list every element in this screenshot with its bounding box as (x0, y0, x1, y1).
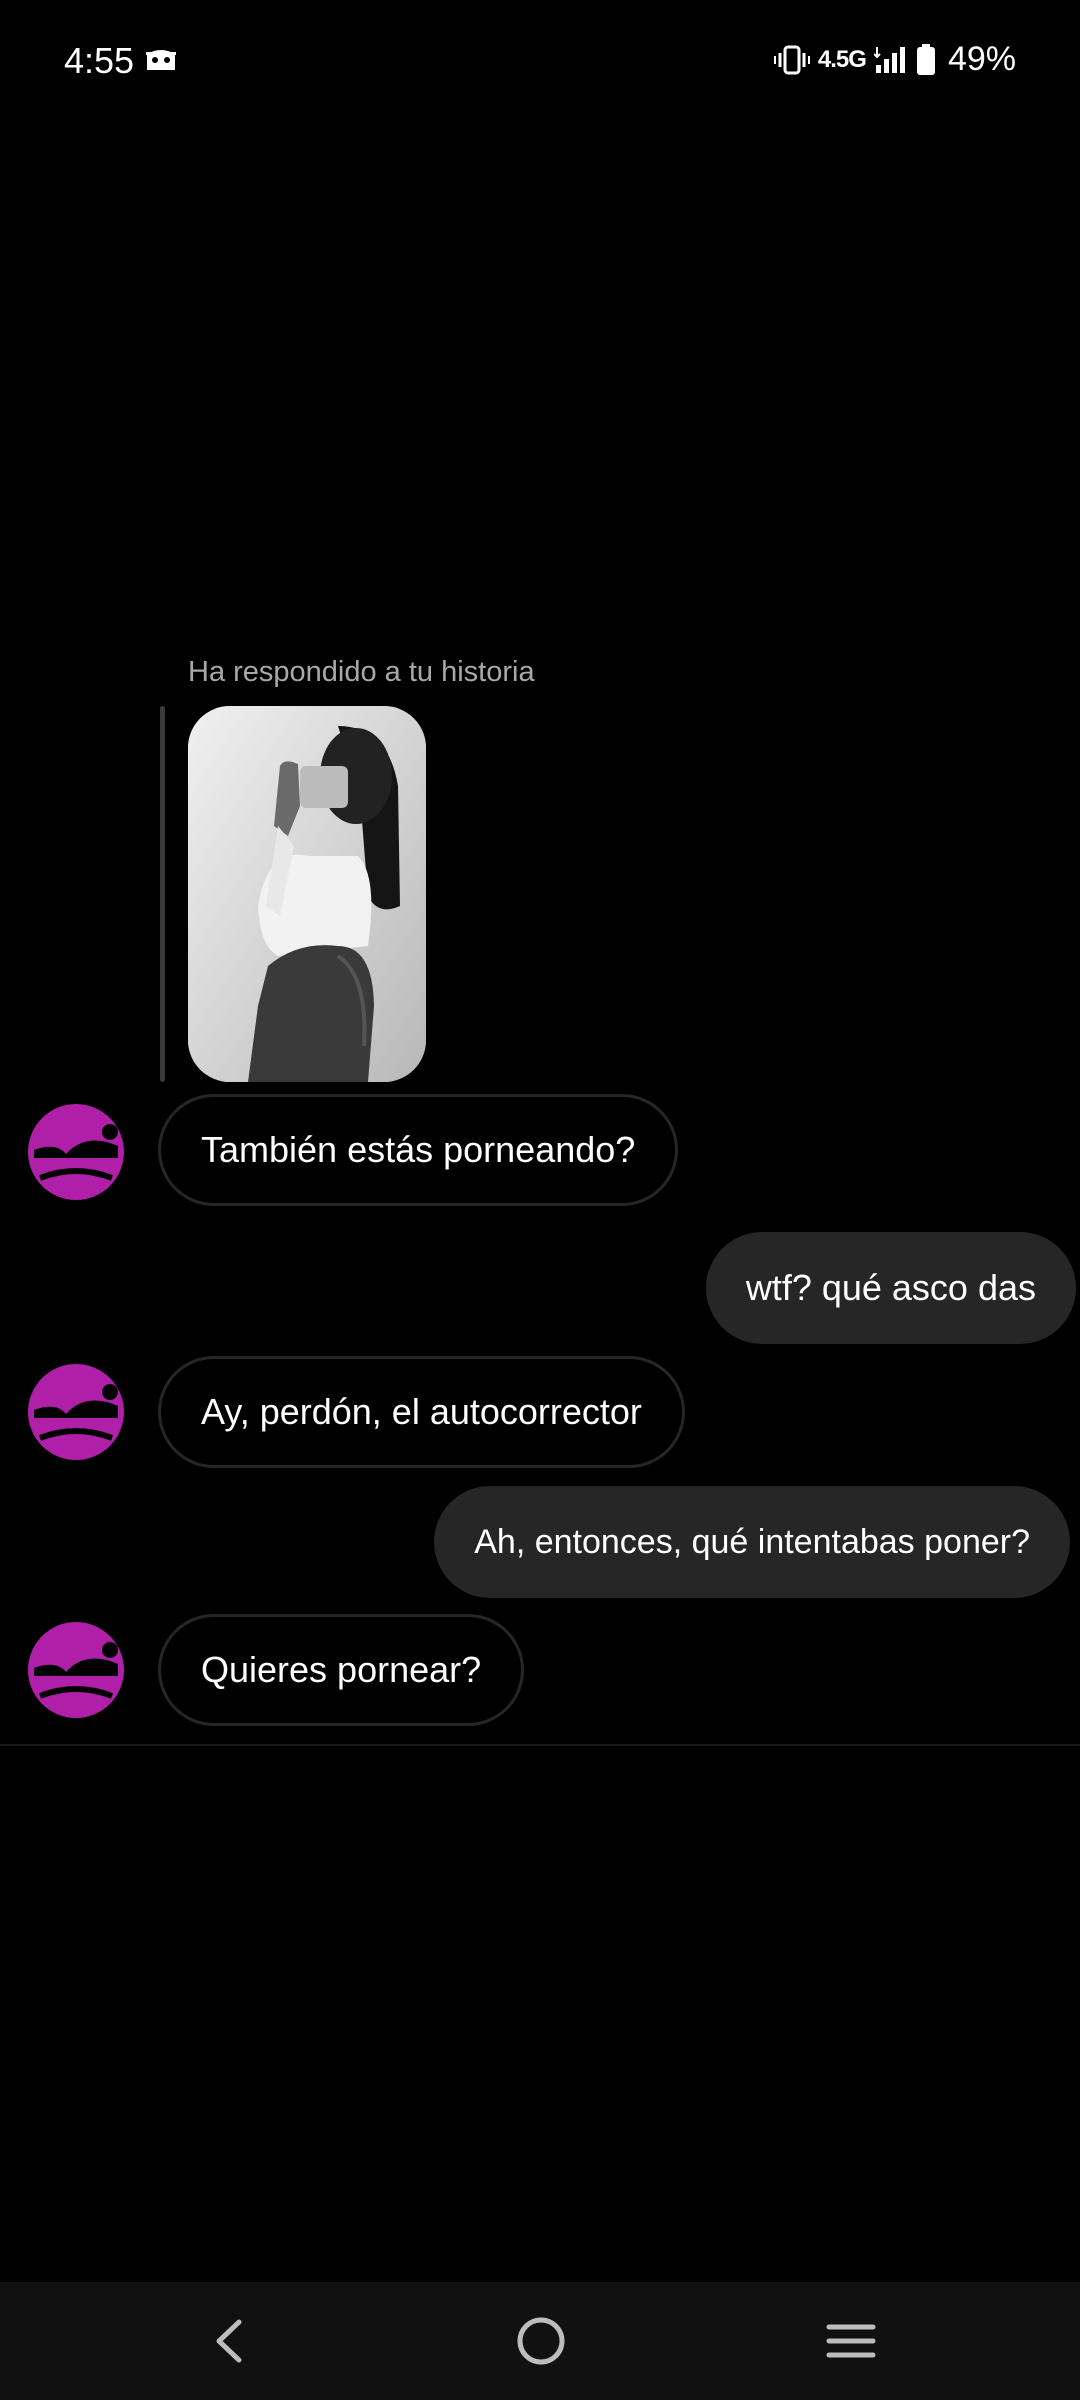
message-bubble-outgoing[interactable]: Ah, entonces, qué intentabas poner? (434, 1486, 1070, 1598)
message-text: Ay, perdón, el autocorrector (201, 1391, 642, 1432)
sender-avatar[interactable] (26, 1362, 126, 1462)
back-button[interactable] (194, 2306, 264, 2376)
vibrate-icon (773, 45, 810, 74)
status-time: 4:55 (64, 40, 135, 81)
message-text: Ah, entonces, qué intentabas poner? (474, 1522, 1030, 1561)
chat-screen: 4:55 4.5G 49% Ha respondido a tu histori… (0, 0, 1080, 2400)
signal-icon (873, 46, 905, 73)
home-button[interactable] (506, 2306, 576, 2376)
back-icon (216, 2319, 242, 2363)
battery-icon (916, 43, 935, 75)
story-reply-bar (160, 706, 165, 1082)
sender-avatar[interactable] (26, 1620, 126, 1720)
sender-avatar[interactable] (26, 1102, 126, 1202)
status-bar: 4:55 4.5G 49% (0, 0, 1080, 120)
story-thumbnail[interactable] (188, 706, 426, 1082)
divider (0, 1744, 1080, 1746)
ghost-notification-icon (146, 50, 176, 70)
navigation-bar (0, 2282, 1080, 2400)
network-type: 4.5G (817, 45, 867, 73)
battery-percent: 49% (947, 40, 1016, 78)
story-reply-caption: Ha respondido a tu historia (188, 656, 535, 688)
message-bubble-incoming[interactable]: Ay, perdón, el autocorrector (158, 1356, 685, 1468)
message-bubble-incoming[interactable]: Quieres pornear? (158, 1614, 525, 1726)
recents-icon (826, 2324, 876, 2358)
recents-button[interactable] (816, 2306, 886, 2376)
story-photo (188, 706, 426, 1082)
message-text: Quieres pornear? (201, 1649, 482, 1690)
message-bubble-outgoing[interactable]: wtf? qué asco das (705, 1232, 1076, 1344)
status-right: 4.5G 49% (773, 40, 1016, 79)
home-icon (517, 2317, 565, 2365)
message-bubble-incoming[interactable]: También estás porneando? (158, 1094, 679, 1206)
message-text: wtf? qué asco das (745, 1267, 1036, 1308)
message-text: También estás porneando? (201, 1129, 636, 1170)
